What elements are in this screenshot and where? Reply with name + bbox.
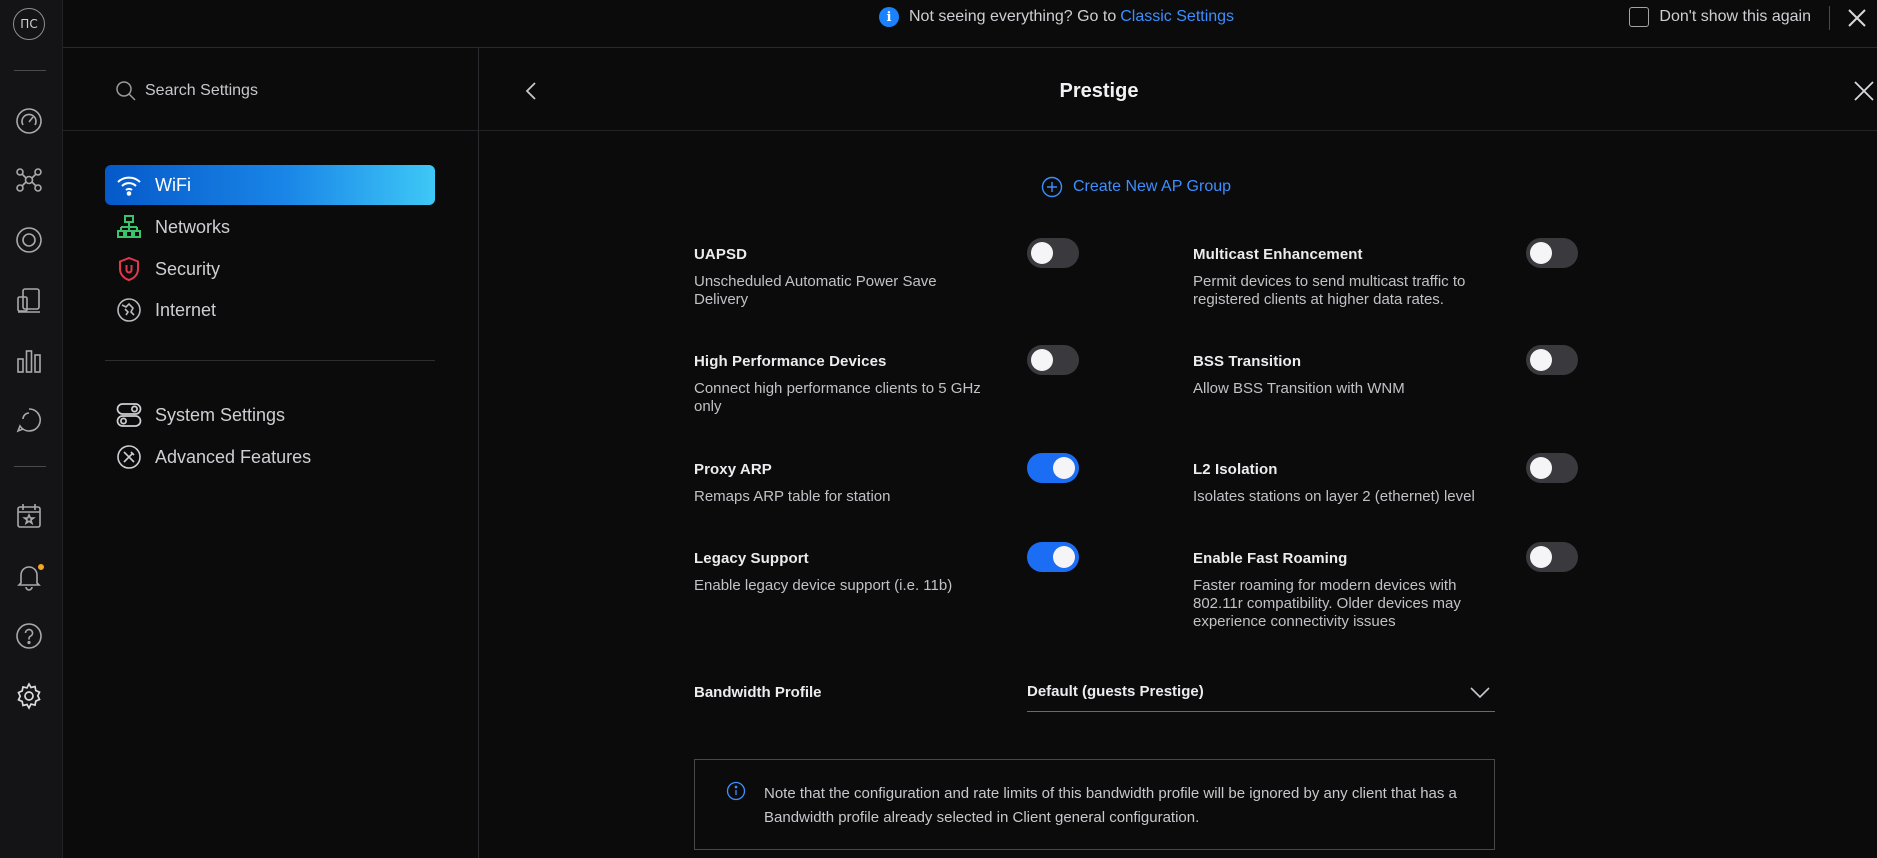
legacy-support-toggle[interactable] <box>1027 542 1079 572</box>
setting-description: Connect high performance clients to 5 GH… <box>694 380 981 415</box>
sidebar-item-system-settings[interactable]: System Settings <box>105 395 435 435</box>
networks-icon <box>115 213 143 241</box>
dont-show-label[interactable]: Don't show this again <box>1659 8 1811 26</box>
setting-description: Isolates stations on layer 2 (ethernet) … <box>1193 488 1475 505</box>
dont-show-checkbox[interactable] <box>1629 7 1650 27</box>
toggle-knob <box>1530 457 1552 479</box>
sidebar-item-internet[interactable]: Internet <box>105 290 435 330</box>
statistics-icon[interactable] <box>12 343 46 377</box>
settings-icon[interactable] <box>12 679 46 713</box>
search-settings[interactable]: Search Settings <box>115 80 258 102</box>
app-rail: ПС <box>0 0 63 858</box>
advanced-features-icon <box>115 443 143 471</box>
setting-description: Permit devices to send multicast traffic… <box>1193 273 1466 308</box>
devices-icon[interactable] <box>12 223 46 257</box>
close-panel-icon[interactable] <box>1851 78 1877 104</box>
close-banner-icon[interactable] <box>1843 4 1871 32</box>
toggle-knob <box>1031 242 1053 264</box>
banner-message: Not seeing everything? Go to <box>909 8 1117 25</box>
info-icon: i <box>879 7 899 27</box>
banner-divider <box>1829 6 1830 30</box>
enable-fast-roaming-toggle[interactable] <box>1526 542 1578 572</box>
classic-settings-banner: i Not seeing everything? Go to Classic S… <box>63 0 1877 48</box>
toggle-knob <box>1530 349 1552 371</box>
setting-description: Faster roaming for modern devices with 8… <box>1193 577 1461 630</box>
proxy-arp-toggle[interactable] <box>1027 453 1079 483</box>
setting-description: Remaps ARP table for station <box>694 488 891 505</box>
sidebar-divider <box>105 360 435 361</box>
page-title: Prestige <box>1059 80 1139 102</box>
sidebar-item-label: WiFi <box>155 174 191 195</box>
bandwidth-note-text: Note that the configuration and rate lim… <box>764 785 1457 826</box>
rail-divider <box>14 466 46 467</box>
user-avatar[interactable]: ПС <box>13 8 45 40</box>
notification-badge <box>36 562 46 572</box>
shield-icon <box>115 255 143 283</box>
l2-isolation-toggle[interactable] <box>1526 453 1578 483</box>
sidebar-item-wifi[interactable]: WiFi <box>105 165 435 205</box>
uapsd-toggle[interactable] <box>1027 238 1079 268</box>
toggle-knob <box>1031 349 1053 371</box>
globe-icon <box>115 296 143 324</box>
info-icon <box>726 781 746 801</box>
bandwidth-profile-value: Default (guests Prestige) <box>1027 683 1204 700</box>
setting-description: Enable legacy device support (i.e. 11b) <box>694 577 953 594</box>
sidebar-item-label: Security <box>155 258 221 279</box>
setting-description: Allow BSS Transition with WNM <box>1193 380 1405 397</box>
multicast-enhancement-toggle[interactable] <box>1526 238 1578 268</box>
clients-icon[interactable] <box>12 283 46 317</box>
create-ap-group-button[interactable]: Create New AP Group <box>1041 176 1231 198</box>
settings-sidebar: Search Settings WiFi Networks Security I… <box>63 48 479 858</box>
sidebar-item-advanced-features[interactable]: Advanced Features <box>105 437 435 477</box>
help-icon[interactable] <box>12 619 46 653</box>
sidebar-item-label: Internet <box>155 299 217 320</box>
sidebar-item-label: Advanced Features <box>155 446 312 467</box>
classic-settings-link[interactable]: Classic Settings <box>1120 8 1234 26</box>
rail-divider <box>14 70 46 71</box>
toggle-knob <box>1530 242 1552 264</box>
bandwidth-profile-select[interactable]: Default (guests Prestige) <box>1027 672 1495 712</box>
setting-description: Unscheduled Automatic Power Save Deliver… <box>694 273 937 308</box>
toggle-knob <box>1530 546 1552 568</box>
wifi-icon <box>115 171 143 199</box>
high-performance-devices-toggle[interactable] <box>1027 345 1079 375</box>
dashboard-icon[interactable] <box>12 104 46 138</box>
search-icon <box>116 81 136 101</box>
panel-header-divider <box>479 130 1877 131</box>
insights-icon[interactable] <box>12 403 46 437</box>
chevron-down-icon <box>1470 686 1490 698</box>
sidebar-item-security[interactable]: Security <box>105 249 435 289</box>
plus-circle-icon <box>1041 176 1063 198</box>
banner-message-group: i Not seeing everything? Go to Classic S… <box>879 7 1234 27</box>
toggle-knob <box>1053 457 1075 479</box>
toggle-knob <box>1053 546 1075 568</box>
sidebar-item-label: System Settings <box>155 404 286 425</box>
topology-icon[interactable] <box>12 163 46 197</box>
create-ap-group-label: Create New AP Group <box>1073 178 1232 195</box>
bandwidth-profile-label: Bandwidth Profile <box>694 684 822 701</box>
wifi-settings-panel: Prestige Create New AP Group UAPSD Unsch… <box>479 48 1877 858</box>
system-settings-icon <box>115 401 143 429</box>
events-icon[interactable] <box>12 499 46 533</box>
dont-show-group[interactable]: Don't show this again <box>1629 7 1811 27</box>
search-input[interactable]: Search Settings <box>145 82 258 100</box>
sidebar-item-label: Networks <box>155 216 231 237</box>
sidebar-header-divider <box>63 130 479 131</box>
sidebar-item-networks[interactable]: Networks <box>105 207 435 247</box>
bss-transition-toggle[interactable] <box>1526 345 1578 375</box>
bandwidth-note: Note that the configuration and rate lim… <box>694 759 1495 850</box>
